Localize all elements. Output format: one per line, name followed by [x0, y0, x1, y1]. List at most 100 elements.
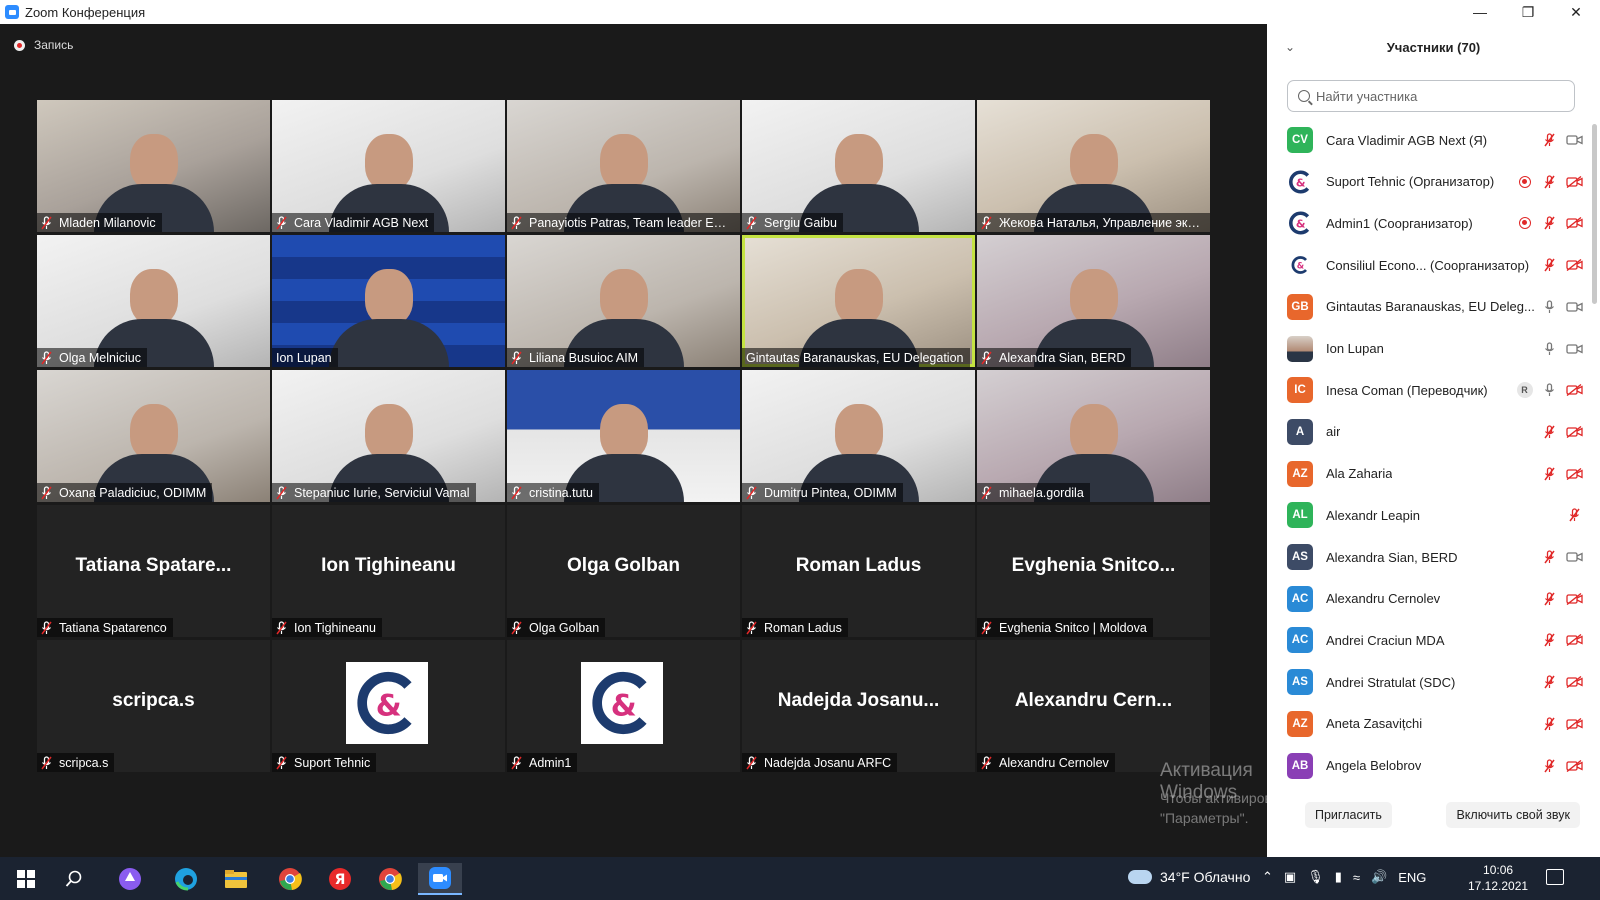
participant-row[interactable]: AC Andrei Craciun MDA: [1267, 619, 1587, 661]
camera-off-icon[interactable]: [1562, 630, 1587, 650]
mic-muted-icon[interactable]: [1537, 130, 1562, 150]
video-tile[interactable]: Alexandra Sian, BERD: [977, 235, 1210, 367]
participant-row[interactable]: GB Gintautas Baranauskas, EU Deleg...: [1267, 286, 1587, 328]
video-tile[interactable]: mihaela.gordila: [977, 370, 1210, 502]
mic-muted-icon[interactable]: [1537, 589, 1562, 609]
microphone-icon[interactable]: [1537, 339, 1562, 359]
video-tile[interactable]: Evghenia Snitco... Evghenia Snitco | Mold…: [977, 505, 1210, 637]
camera-icon[interactable]: [1562, 339, 1587, 359]
video-tile[interactable]: Жекова Наталья, Управление эко...: [977, 100, 1210, 232]
chrome-profile-icon[interactable]: [368, 863, 412, 895]
participant-search-input[interactable]: [1316, 88, 1566, 104]
participant-row[interactable]: AL Alexandr Leapin: [1267, 494, 1587, 536]
video-tile[interactable]: Olga Melniciuc: [37, 235, 270, 367]
microphone-icon[interactable]: [1537, 380, 1562, 400]
unmute-self-button[interactable]: Включить свой звук: [1446, 802, 1580, 828]
yandex-icon[interactable]: Я: [318, 863, 362, 895]
mic-muted-icon[interactable]: [1537, 464, 1562, 484]
video-tile[interactable]: Nadejda Josanu... Nadejda Josanu ARFC: [742, 640, 975, 772]
participant-row[interactable]: AS Alexandra Sian, BERD: [1267, 536, 1587, 578]
video-tile[interactable]: Cara Vladimir AGB Next: [272, 100, 505, 232]
notification-center-icon[interactable]: [1546, 869, 1564, 885]
invite-button[interactable]: Пригласить: [1305, 802, 1392, 828]
participant-row[interactable]: & Consiliul Econo... (Соорганизатор): [1267, 244, 1587, 286]
video-tile[interactable]: Alexandru Cern... Alexandru Cernolev: [977, 640, 1210, 772]
participant-search[interactable]: [1287, 80, 1575, 112]
participant-list-scrollbar[interactable]: [1592, 124, 1597, 304]
mic-muted-icon[interactable]: [1562, 505, 1587, 525]
video-tile[interactable]: Mladen Milanovic: [37, 100, 270, 232]
camera-off-icon[interactable]: [1562, 714, 1587, 734]
video-tile[interactable]: Liliana Busuioc AIM: [507, 235, 740, 367]
wifi-icon[interactable]: ≈: [1353, 870, 1360, 885]
meet-now-icon[interactable]: ▣: [1284, 869, 1296, 885]
camera-off-icon[interactable]: [1562, 672, 1587, 692]
video-tile[interactable]: Gintautas Baranauskas, EU Delegation: [742, 235, 975, 367]
camera-off-icon[interactable]: [1562, 589, 1587, 609]
video-tile[interactable]: Dumitru Pintea, ODIMM: [742, 370, 975, 502]
participant-row[interactable]: AZ Ala Zaharia: [1267, 453, 1587, 495]
camera-icon[interactable]: [1562, 297, 1587, 317]
participant-row[interactable]: AB Angela Belobrov: [1267, 745, 1587, 785]
restore-button[interactable]: ❐: [1504, 0, 1552, 24]
camera-off-icon[interactable]: [1562, 255, 1587, 275]
video-tile[interactable]: Stepaniuc Iurie, Serviciul Vamal: [272, 370, 505, 502]
camera-off-icon[interactable]: [1562, 422, 1587, 442]
video-tile[interactable]: Olga Golban Olga Golban: [507, 505, 740, 637]
video-tile[interactable]: scripca.s scripca.s: [37, 640, 270, 772]
video-tile[interactable]: Ion Tighineanu Ion Tighineanu: [272, 505, 505, 637]
camera-off-icon[interactable]: [1562, 380, 1587, 400]
video-tile[interactable]: Roman Ladus Roman Ladus: [742, 505, 975, 637]
camera-icon[interactable]: [1562, 130, 1587, 150]
camera-off-icon[interactable]: [1562, 172, 1587, 192]
tray-chevron-icon[interactable]: ⌃: [1262, 869, 1273, 885]
participant-row[interactable]: AZ Aneta Zasavițchi: [1267, 703, 1587, 745]
weather-widget[interactable]: 34°F Облачно: [1128, 869, 1250, 885]
participant-row[interactable]: & Admin1 (Соорганизатор): [1267, 202, 1587, 244]
battery-icon[interactable]: ▮: [1335, 869, 1342, 885]
mic-muted-icon[interactable]: [1537, 756, 1562, 776]
clock[interactable]: 10:06 17.12.2021: [1468, 862, 1528, 894]
participant-row[interactable]: IC Inesa Coman (Переводчик) R: [1267, 369, 1587, 411]
edge-icon[interactable]: [164, 863, 208, 895]
camera-off-icon[interactable]: [1562, 464, 1587, 484]
participant-row[interactable]: & Suport Tehnic (Организатор): [1267, 161, 1587, 203]
language-indicator[interactable]: ENG: [1398, 870, 1426, 885]
camera-off-icon[interactable]: [1562, 213, 1587, 233]
participant-row[interactable]: Aair: [1267, 411, 1587, 453]
video-tile[interactable]: Sergiu Gaibu: [742, 100, 975, 232]
video-tile[interactable]: & Admin1: [507, 640, 740, 772]
zoom-icon[interactable]: [418, 863, 462, 895]
participant-row[interactable]: Ion Lupan: [1267, 328, 1587, 370]
mic-muted-icon[interactable]: [1537, 172, 1562, 192]
start-icon[interactable]: [4, 863, 48, 895]
video-tile[interactable]: Panayiotis Patras, Team leader EU f...: [507, 100, 740, 232]
camera-off-icon[interactable]: [1562, 756, 1587, 776]
mic-muted-icon[interactable]: [1537, 672, 1562, 692]
mic-muted-icon[interactable]: [1537, 255, 1562, 275]
search-icon[interactable]: [52, 863, 96, 895]
recording-indicator[interactable]: Запись: [14, 38, 73, 52]
mic-muted-icon[interactable]: [1537, 213, 1562, 233]
video-tile[interactable]: cristina.tutu: [507, 370, 740, 502]
video-tile[interactable]: Tatiana Spatare... Tatiana Spatarenco: [37, 505, 270, 637]
camera-icon[interactable]: [1562, 547, 1587, 567]
mic-muted-icon[interactable]: [1537, 714, 1562, 734]
video-tile[interactable]: Ion Lupan: [272, 235, 505, 367]
chrome-icon[interactable]: [268, 863, 312, 895]
video-tile[interactable]: & Suport Tehnic: [272, 640, 505, 772]
microphone-icon[interactable]: 🎙: [1307, 869, 1324, 885]
cortana-icon[interactable]: [108, 863, 152, 895]
participant-row[interactable]: AC Alexandru Cernolev: [1267, 578, 1587, 620]
close-button[interactable]: ✕: [1552, 0, 1600, 24]
participant-row[interactable]: AS Andrei Stratulat (SDC): [1267, 661, 1587, 703]
mic-muted-icon[interactable]: [1537, 630, 1562, 650]
minimize-button[interactable]: —: [1456, 0, 1504, 24]
microphone-icon[interactable]: [1537, 297, 1562, 317]
mic-muted-icon[interactable]: [1537, 547, 1562, 567]
volume-icon[interactable]: 🔊: [1371, 869, 1387, 885]
mic-muted-icon[interactable]: [1537, 422, 1562, 442]
participant-row[interactable]: CV Cara Vladimir AGB Next (Я): [1267, 119, 1587, 161]
video-tile[interactable]: Oxana Paladiciuc, ODIMM: [37, 370, 270, 502]
file-explorer-icon[interactable]: [214, 863, 258, 895]
